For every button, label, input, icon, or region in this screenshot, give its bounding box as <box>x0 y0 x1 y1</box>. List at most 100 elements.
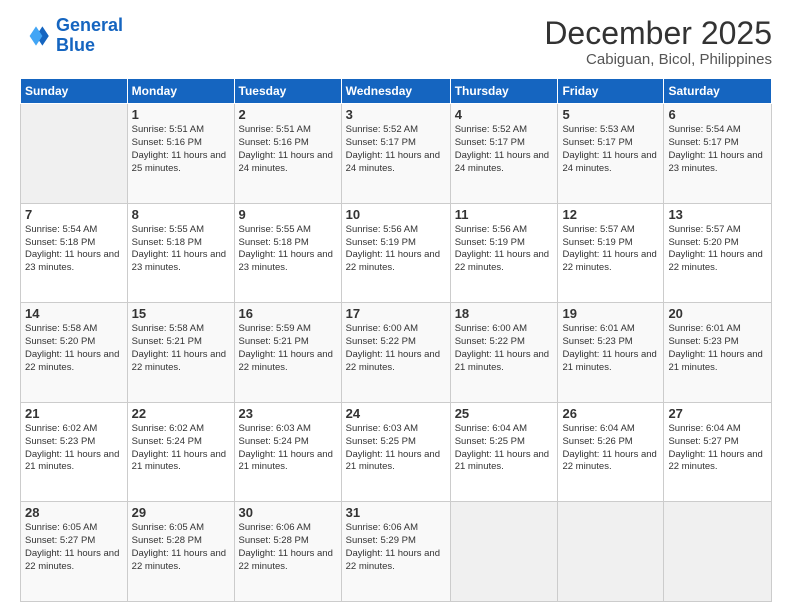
day-number: 24 <box>346 406 446 421</box>
day-number: 9 <box>239 207 337 222</box>
day-number: 21 <box>25 406 123 421</box>
table-row <box>558 502 664 602</box>
table-row: 23 Sunrise: 6:03 AMSunset: 5:24 PMDaylig… <box>234 402 341 502</box>
cell-info: Sunrise: 5:52 AMSunset: 5:17 PMDaylight:… <box>346 124 440 173</box>
cell-info: Sunrise: 5:59 AMSunset: 5:21 PMDaylight:… <box>239 323 333 372</box>
cell-info: Sunrise: 6:06 AMSunset: 5:28 PMDaylight:… <box>239 522 333 571</box>
table-row: 30 Sunrise: 6:06 AMSunset: 5:28 PMDaylig… <box>234 502 341 602</box>
cell-info: Sunrise: 6:00 AMSunset: 5:22 PMDaylight:… <box>455 323 549 372</box>
cell-info: Sunrise: 6:04 AMSunset: 5:25 PMDaylight:… <box>455 423 549 472</box>
table-row: 28 Sunrise: 6:05 AMSunset: 5:27 PMDaylig… <box>21 502 128 602</box>
day-number: 20 <box>668 306 767 321</box>
cell-info: Sunrise: 5:57 AMSunset: 5:19 PMDaylight:… <box>562 224 656 273</box>
day-number: 12 <box>562 207 659 222</box>
day-number: 31 <box>346 505 446 520</box>
cell-info: Sunrise: 5:54 AMSunset: 5:18 PMDaylight:… <box>25 224 119 273</box>
table-row: 29 Sunrise: 6:05 AMSunset: 5:28 PMDaylig… <box>127 502 234 602</box>
day-number: 30 <box>239 505 337 520</box>
calendar-table: Sunday Monday Tuesday Wednesday Thursday… <box>20 78 772 602</box>
logo-icon <box>20 20 52 52</box>
day-number: 15 <box>132 306 230 321</box>
table-row: 4 Sunrise: 5:52 AMSunset: 5:17 PMDayligh… <box>450 104 558 204</box>
day-number: 10 <box>346 207 446 222</box>
table-row <box>21 104 128 204</box>
day-number: 23 <box>239 406 337 421</box>
cell-info: Sunrise: 6:01 AMSunset: 5:23 PMDaylight:… <box>668 323 762 372</box>
table-row: 8 Sunrise: 5:55 AMSunset: 5:18 PMDayligh… <box>127 203 234 303</box>
table-row: 13 Sunrise: 5:57 AMSunset: 5:20 PMDaylig… <box>664 203 772 303</box>
day-number: 26 <box>562 406 659 421</box>
day-number: 25 <box>455 406 554 421</box>
day-number: 18 <box>455 306 554 321</box>
day-number: 22 <box>132 406 230 421</box>
page: General Blue December 2025 Cabiguan, Bic… <box>0 0 792 612</box>
table-row: 26 Sunrise: 6:04 AMSunset: 5:26 PMDaylig… <box>558 402 664 502</box>
table-row: 12 Sunrise: 5:57 AMSunset: 5:19 PMDaylig… <box>558 203 664 303</box>
cell-info: Sunrise: 6:05 AMSunset: 5:28 PMDaylight:… <box>132 522 226 571</box>
cell-info: Sunrise: 6:04 AMSunset: 5:26 PMDaylight:… <box>562 423 656 472</box>
table-row: 17 Sunrise: 6:00 AMSunset: 5:22 PMDaylig… <box>341 303 450 403</box>
cell-info: Sunrise: 5:56 AMSunset: 5:19 PMDaylight:… <box>346 224 440 273</box>
day-number: 29 <box>132 505 230 520</box>
cell-info: Sunrise: 6:03 AMSunset: 5:24 PMDaylight:… <box>239 423 333 472</box>
col-sunday: Sunday <box>21 79 128 104</box>
table-row: 19 Sunrise: 6:01 AMSunset: 5:23 PMDaylig… <box>558 303 664 403</box>
logo: General Blue <box>20 16 123 56</box>
cell-info: Sunrise: 5:55 AMSunset: 5:18 PMDaylight:… <box>239 224 333 273</box>
cell-info: Sunrise: 5:58 AMSunset: 5:20 PMDaylight:… <box>25 323 119 372</box>
cell-info: Sunrise: 6:01 AMSunset: 5:23 PMDaylight:… <box>562 323 656 372</box>
col-monday: Monday <box>127 79 234 104</box>
col-friday: Friday <box>558 79 664 104</box>
table-row: 7 Sunrise: 5:54 AMSunset: 5:18 PMDayligh… <box>21 203 128 303</box>
table-row: 18 Sunrise: 6:00 AMSunset: 5:22 PMDaylig… <box>450 303 558 403</box>
col-saturday: Saturday <box>664 79 772 104</box>
table-row: 16 Sunrise: 5:59 AMSunset: 5:21 PMDaylig… <box>234 303 341 403</box>
table-row: 21 Sunrise: 6:02 AMSunset: 5:23 PMDaylig… <box>21 402 128 502</box>
table-row: 25 Sunrise: 6:04 AMSunset: 5:25 PMDaylig… <box>450 402 558 502</box>
calendar-week-row: 1 Sunrise: 5:51 AMSunset: 5:16 PMDayligh… <box>21 104 772 204</box>
calendar-week-row: 7 Sunrise: 5:54 AMSunset: 5:18 PMDayligh… <box>21 203 772 303</box>
logo-blue: Blue <box>56 35 95 55</box>
cell-info: Sunrise: 5:52 AMSunset: 5:17 PMDaylight:… <box>455 124 549 173</box>
day-number: 17 <box>346 306 446 321</box>
cell-info: Sunrise: 5:54 AMSunset: 5:17 PMDaylight:… <box>668 124 762 173</box>
table-row: 5 Sunrise: 5:53 AMSunset: 5:17 PMDayligh… <box>558 104 664 204</box>
cell-info: Sunrise: 6:02 AMSunset: 5:24 PMDaylight:… <box>132 423 226 472</box>
cell-info: Sunrise: 6:02 AMSunset: 5:23 PMDaylight:… <box>25 423 119 472</box>
day-number: 2 <box>239 107 337 122</box>
day-number: 8 <box>132 207 230 222</box>
table-row: 15 Sunrise: 5:58 AMSunset: 5:21 PMDaylig… <box>127 303 234 403</box>
cell-info: Sunrise: 6:00 AMSunset: 5:22 PMDaylight:… <box>346 323 440 372</box>
calendar-week-row: 28 Sunrise: 6:05 AMSunset: 5:27 PMDaylig… <box>21 502 772 602</box>
cell-info: Sunrise: 5:57 AMSunset: 5:20 PMDaylight:… <box>668 224 762 273</box>
day-number: 28 <box>25 505 123 520</box>
cell-info: Sunrise: 5:53 AMSunset: 5:17 PMDaylight:… <box>562 124 656 173</box>
cell-info: Sunrise: 5:51 AMSunset: 5:16 PMDaylight:… <box>132 124 226 173</box>
day-number: 16 <box>239 306 337 321</box>
day-number: 6 <box>668 107 767 122</box>
day-number: 13 <box>668 207 767 222</box>
logo-text: General Blue <box>56 16 123 56</box>
calendar-week-row: 14 Sunrise: 5:58 AMSunset: 5:20 PMDaylig… <box>21 303 772 403</box>
cell-info: Sunrise: 6:04 AMSunset: 5:27 PMDaylight:… <box>668 423 762 472</box>
cell-info: Sunrise: 6:06 AMSunset: 5:29 PMDaylight:… <box>346 522 440 571</box>
logo-general: General <box>56 15 123 35</box>
table-row: 20 Sunrise: 6:01 AMSunset: 5:23 PMDaylig… <box>664 303 772 403</box>
day-number: 4 <box>455 107 554 122</box>
table-row: 11 Sunrise: 5:56 AMSunset: 5:19 PMDaylig… <box>450 203 558 303</box>
cell-info: Sunrise: 6:03 AMSunset: 5:25 PMDaylight:… <box>346 423 440 472</box>
day-number: 7 <box>25 207 123 222</box>
cell-info: Sunrise: 5:58 AMSunset: 5:21 PMDaylight:… <box>132 323 226 372</box>
table-row <box>450 502 558 602</box>
cell-info: Sunrise: 5:51 AMSunset: 5:16 PMDaylight:… <box>239 124 333 173</box>
cell-info: Sunrise: 6:05 AMSunset: 5:27 PMDaylight:… <box>25 522 119 571</box>
cell-info: Sunrise: 5:56 AMSunset: 5:19 PMDaylight:… <box>455 224 549 273</box>
title-block: December 2025 Cabiguan, Bicol, Philippin… <box>544 16 772 68</box>
table-row: 22 Sunrise: 6:02 AMSunset: 5:24 PMDaylig… <box>127 402 234 502</box>
day-number: 11 <box>455 207 554 222</box>
header: General Blue December 2025 Cabiguan, Bic… <box>20 16 772 68</box>
day-number: 27 <box>668 406 767 421</box>
table-row: 6 Sunrise: 5:54 AMSunset: 5:17 PMDayligh… <box>664 104 772 204</box>
col-tuesday: Tuesday <box>234 79 341 104</box>
table-row: 10 Sunrise: 5:56 AMSunset: 5:19 PMDaylig… <box>341 203 450 303</box>
